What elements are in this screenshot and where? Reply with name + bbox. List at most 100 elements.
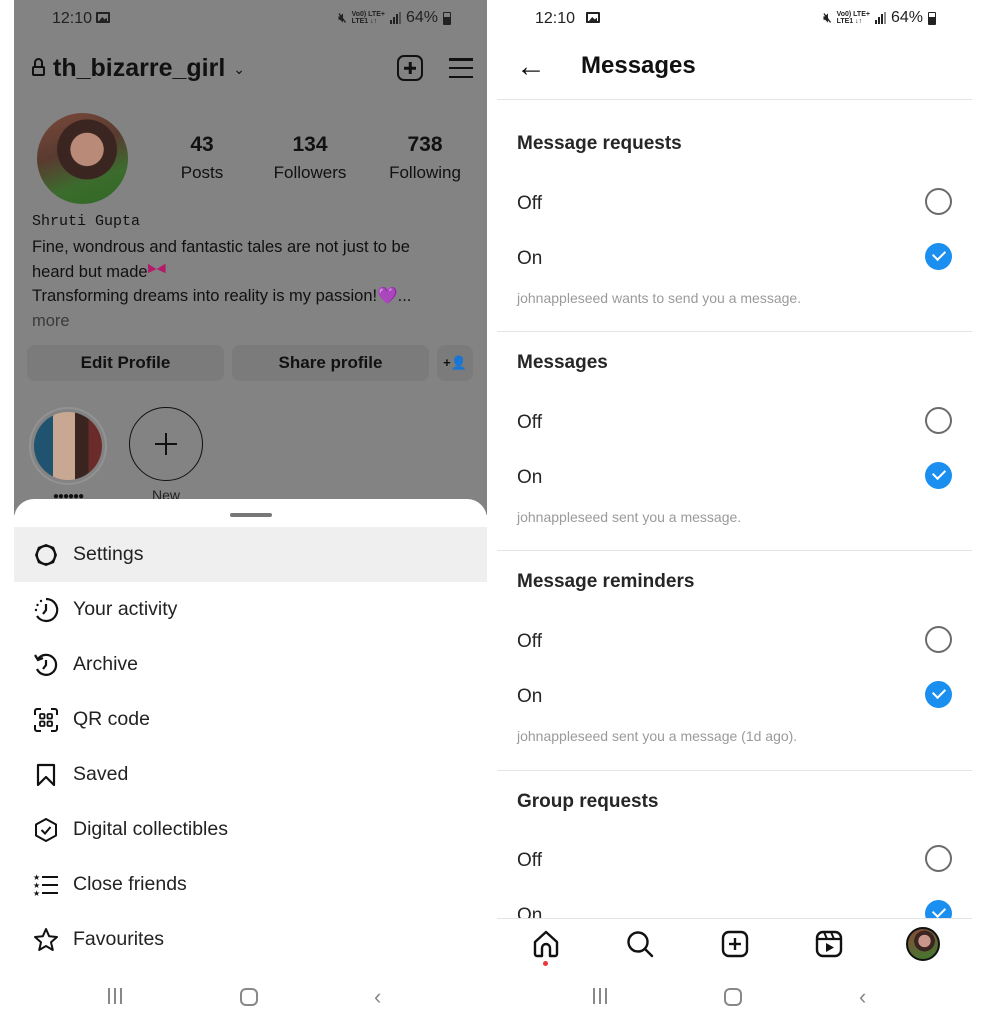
- story-highlight[interactable]: ●●●●●●: [29, 407, 107, 502]
- menu-item-digital-collectibles[interactable]: Digital collectibles: [14, 802, 487, 857]
- bio-line: heard but made: [32, 260, 472, 285]
- section-description: johnappleseed sent you a message (1d ago…: [517, 728, 798, 744]
- create-icon[interactable]: [720, 929, 750, 959]
- new-post-icon[interactable]: [397, 55, 423, 81]
- radio-on-checked[interactable]: [925, 462, 952, 489]
- menu-label: Saved: [73, 763, 129, 785]
- activity-icon: [32, 596, 60, 624]
- menu-item-qr-code[interactable]: QR code: [14, 692, 487, 747]
- signal-icon: [874, 12, 886, 24]
- edit-profile-button[interactable]: Edit Profile: [27, 345, 224, 381]
- profile-tab[interactable]: [906, 927, 940, 961]
- purple-heart-emoji-icon: 💜: [377, 287, 398, 305]
- option-off[interactable]: Off: [497, 623, 972, 663]
- chevron-down-icon[interactable]: ⌄: [233, 61, 245, 78]
- recent-apps-button[interactable]: [108, 988, 122, 1004]
- gallery-notification-icon: [586, 12, 600, 23]
- radio-off[interactable]: [925, 626, 952, 653]
- radio-off[interactable]: [925, 845, 952, 872]
- menu-item-saved[interactable]: Saved: [14, 747, 487, 802]
- discover-people-button[interactable]: +👤: [437, 345, 473, 381]
- profile-avatar: [906, 927, 940, 961]
- archive-icon: [32, 651, 60, 679]
- option-on[interactable]: On: [497, 678, 972, 718]
- menu-item-archive[interactable]: Archive: [14, 637, 487, 692]
- option-label: Off: [517, 412, 542, 433]
- home-icon[interactable]: [531, 929, 561, 959]
- username[interactable]: th_bizarre_girl: [53, 54, 225, 83]
- option-label: On: [517, 686, 543, 707]
- battery-percent: 64%: [405, 9, 438, 26]
- status-bar: 12:10 🔇︎ Vo0) LTE+ LTE1 ↓↑ 64%: [497, 0, 972, 36]
- close-friends-icon: ★ ★ ★: [32, 871, 60, 899]
- radio-off[interactable]: [925, 188, 952, 215]
- home-notification-dot: [543, 961, 548, 966]
- settings-icon: [32, 541, 60, 569]
- share-profile-button[interactable]: Share profile: [232, 345, 429, 381]
- option-on[interactable]: On: [497, 240, 972, 280]
- stat-posts[interactable]: 43 Posts: [164, 133, 240, 183]
- reels-icon[interactable]: [814, 929, 844, 959]
- back-button[interactable]: ‹: [374, 984, 381, 1010]
- top-app-bar: ← Messages: [497, 48, 972, 88]
- search-icon[interactable]: [625, 929, 655, 959]
- bottom-tab-bar: [497, 918, 972, 970]
- messages-settings-screen: 12:10 🔇︎ Vo0) LTE+ LTE1 ↓↑ 64% ← Messages…: [497, 0, 972, 1024]
- divider: [497, 331, 972, 332]
- back-arrow-icon[interactable]: ←: [516, 52, 546, 82]
- menu-item-close-friends[interactable]: ★ ★ ★ Close friends: [14, 857, 487, 912]
- bio-line: Fine, wondrous and fantastic tales are n…: [32, 238, 410, 256]
- sheet-drag-handle[interactable]: [229, 513, 272, 517]
- option-on[interactable]: On: [497, 459, 972, 499]
- radio-off[interactable]: [925, 407, 952, 434]
- section-title: Message requests: [517, 133, 682, 154]
- profile-avatar[interactable]: [37, 113, 128, 204]
- ribbon-emoji-icon: [147, 263, 166, 274]
- status-right: 🔇︎ Vo0) LTE+ LTE1 ↓↑ 64%: [338, 9, 451, 27]
- menu-list: Settings Your activity Archive QR code S…: [14, 527, 487, 967]
- menu-label: Close friends: [73, 873, 187, 895]
- collectibles-icon: [32, 816, 60, 844]
- profile-screen: 12:10 🔇︎ Vo0) LTE+ LTE1 ↓↑ 64% th_bizarre…: [14, 0, 487, 1024]
- followers-count: 134: [292, 133, 328, 156]
- bio-line: Transforming dreams into reality is my p…: [32, 284, 472, 309]
- highlight-cover: [34, 412, 102, 480]
- bio-more-link[interactable]: more: [32, 309, 472, 334]
- option-off[interactable]: Off: [497, 185, 972, 225]
- option-off[interactable]: Off: [497, 842, 972, 882]
- lock-icon: [32, 57, 45, 78]
- dimmed-profile-background[interactable]: 12:10 🔇︎ Vo0) LTE+ LTE1 ↓↑ 64% th_bizarre…: [14, 0, 487, 515]
- option-label: Off: [517, 631, 542, 652]
- system-nav-bar: ‹: [497, 982, 972, 1012]
- svg-text:★: ★: [33, 889, 40, 898]
- mute-icon: 🔇︎: [823, 10, 832, 25]
- full-name: Shruti Gupta: [32, 213, 141, 230]
- section-description: johnappleseed sent you a message.: [517, 509, 742, 525]
- profile-actions: Edit Profile Share profile +👤: [27, 345, 473, 381]
- menu-item-favourites[interactable]: Favourites: [14, 912, 487, 967]
- gallery-notification-icon: [96, 12, 110, 23]
- bio: Fine, wondrous and fantastic tales are n…: [32, 235, 472, 333]
- recent-apps-button[interactable]: [593, 988, 607, 1004]
- qr-code-icon: [32, 706, 60, 734]
- bottom-sheet-menu: Settings Your activity Archive QR code S…: [14, 499, 487, 1024]
- menu-label: Settings: [73, 543, 144, 565]
- menu-label: Digital collectibles: [73, 818, 228, 840]
- radio-on-checked[interactable]: [925, 681, 952, 708]
- section-title: Group requests: [517, 791, 659, 812]
- home-button[interactable]: [240, 988, 258, 1006]
- new-highlight-button[interactable]: New: [129, 407, 203, 503]
- home-button[interactable]: [724, 988, 742, 1006]
- stat-followers[interactable]: 134 Followers: [240, 133, 380, 183]
- network-indicator: Vo0) LTE+ LTE1 ↓↑: [836, 11, 870, 25]
- stat-following[interactable]: 738 Following: [380, 133, 470, 183]
- back-button[interactable]: ‹: [859, 984, 866, 1010]
- bio-text: Transforming dreams into reality is my p…: [32, 287, 378, 305]
- menu-icon[interactable]: [449, 58, 473, 78]
- menu-label: QR code: [73, 708, 150, 730]
- option-off[interactable]: Off: [497, 404, 972, 444]
- radio-on-checked[interactable]: [925, 243, 952, 270]
- menu-item-settings[interactable]: Settings: [14, 527, 487, 582]
- menu-item-your-activity[interactable]: Your activity: [14, 582, 487, 637]
- signal-icon: [389, 12, 401, 24]
